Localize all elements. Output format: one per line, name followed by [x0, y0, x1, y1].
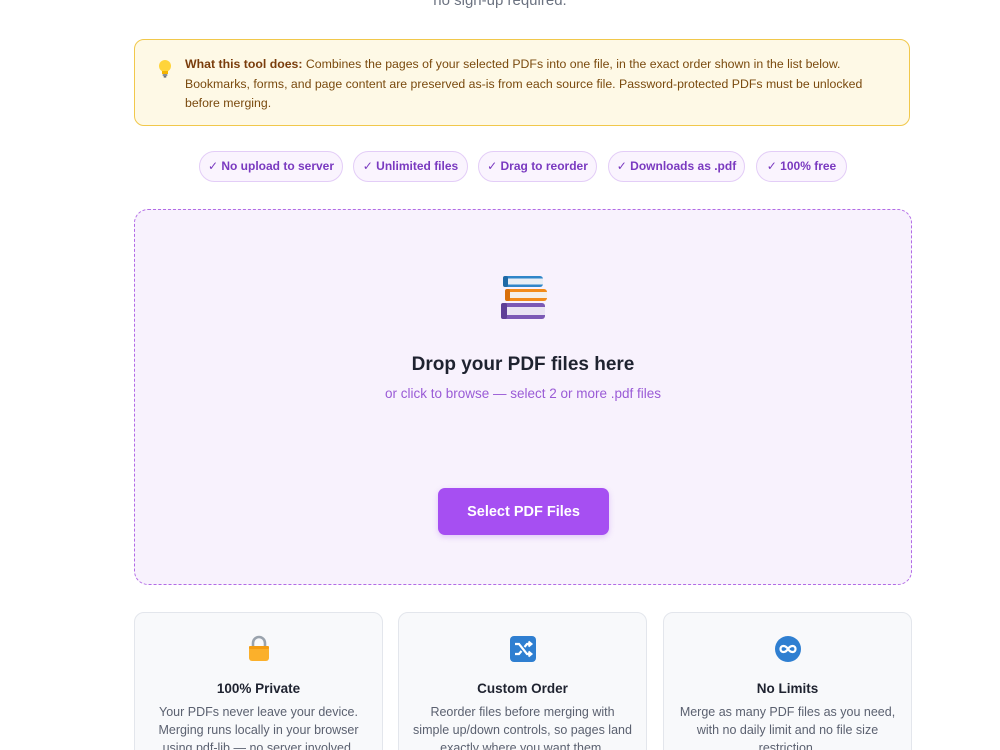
feature-card-description: Your PDFs never leave your device. Mergi…	[158, 705, 359, 750]
shuffle-icon	[510, 636, 536, 662]
feature-card-order: Custom Order Reorder files before mergin…	[398, 612, 647, 750]
tool-description-box: What this tool does: Combines the pages …	[134, 39, 910, 126]
feature-pill-unlimited: ✓ Unlimited files	[353, 151, 468, 182]
books-icon	[501, 276, 547, 319]
pdf-dropzone[interactable]: Drop your PDF files here or click to bro…	[134, 209, 912, 585]
feature-card-private: 100% Private Your PDFs never leave your …	[134, 612, 383, 750]
feature-card-no-limits: No Limits Merge as many PDF files as you…	[663, 612, 912, 750]
feature-card-title: Custom Order	[477, 681, 568, 696]
feature-card-description: Reorder files before merging with simple…	[413, 705, 632, 750]
page-subtitle: no sign-up required.	[433, 0, 567, 9]
infinity-icon	[775, 636, 801, 662]
feature-pill-reorder: ✓ Drag to reorder	[478, 151, 597, 182]
feature-pill-no-upload: ✓ No upload to server	[199, 151, 343, 182]
tool-description-label: What this tool does:	[185, 57, 303, 71]
dropzone-subtitle[interactable]: or click to browse — select 2 or more .p…	[135, 386, 911, 401]
feature-pill-download: ✓ Downloads as .pdf	[608, 151, 745, 182]
select-pdf-files-button[interactable]: Select PDF Files	[438, 488, 609, 535]
lightbulb-icon	[159, 60, 171, 78]
feature-pills: ✓ No upload to server ✓ Unlimited files …	[0, 151, 1000, 182]
feature-card-title: No Limits	[756, 681, 819, 696]
lock-icon	[249, 635, 269, 661]
dropzone-title: Drop your PDF files here	[411, 354, 635, 375]
feature-card-description: Merge as many PDF files as you need, wit…	[679, 705, 896, 750]
tool-description: What this tool does: Combines the pages …	[185, 55, 895, 114]
feature-pill-free: ✓ 100% free	[756, 151, 847, 182]
feature-card-title: 100% Private	[216, 681, 301, 696]
merge-pdf-page: no sign-up required. What this tool does…	[0, 0, 1000, 750]
